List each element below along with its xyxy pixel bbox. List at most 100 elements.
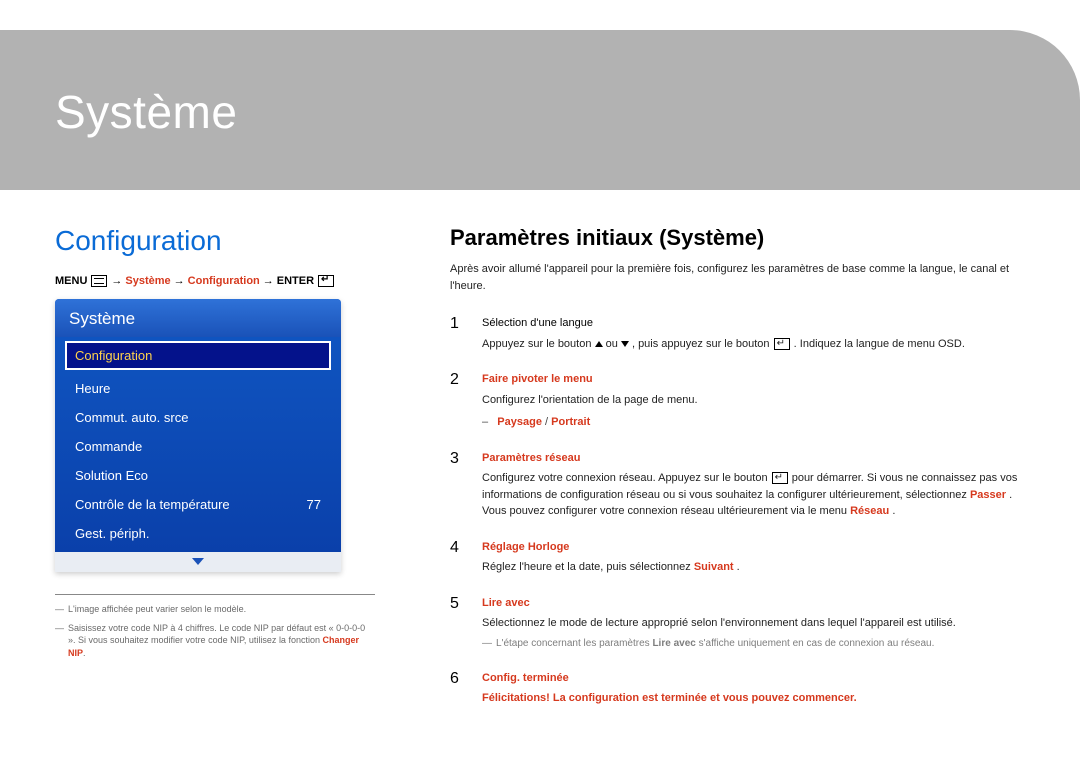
step-4: 4 Réglage Horloge Réglez l'heure et la d… <box>450 532 1035 588</box>
footnote-text: Saisissez votre code NIP à 4 chiffres. L… <box>68 622 375 660</box>
highlight-passer: Passer <box>970 489 1006 501</box>
dash-icon: – <box>482 416 488 428</box>
highlight-lire-avec: Lire avec <box>652 638 695 649</box>
step-title: Faire pivoter le menu <box>482 371 1035 388</box>
steps-list: 1 Sélection d'une langue Appuyez sur le … <box>450 308 1035 719</box>
osd-menu-scroll-down[interactable] <box>55 552 341 572</box>
footnote-text: L'image affichée peut varier selon le mo… <box>68 603 246 616</box>
step-text-highlight: Félicitations! La configuration est term… <box>482 690 1035 707</box>
step-text: Sélectionnez le mode de lecture appropri… <box>482 615 1035 632</box>
breadcrumb-system: Système <box>125 275 170 287</box>
osd-item-commande[interactable]: Commande <box>65 432 331 461</box>
option-paysage: Paysage <box>497 416 542 428</box>
osd-menu-mock: Système Configuration Heure Commut. auto… <box>55 299 341 572</box>
step-body: Réglage Horloge Réglez l'heure et la dat… <box>482 539 1035 576</box>
step-text: Configurez l'orientation de la page de m… <box>482 392 1035 409</box>
step-body: Sélection d'une langue Appuyez sur le bo… <box>482 315 1035 352</box>
step-subnote: ― L'étape concernant les paramètres Lire… <box>482 636 1035 651</box>
text: s'affiche uniquement en cas de connexion… <box>696 638 935 649</box>
osd-menu-items: Configuration Heure Commut. auto. srce C… <box>55 341 341 552</box>
step-number: 2 <box>450 371 464 431</box>
text: Appuyez sur le bouton <box>482 338 595 350</box>
breadcrumb-menu-label: MENU <box>55 275 87 287</box>
step-title: Sélection d'une langue <box>482 315 1035 332</box>
left-column: Configuration MENU → Système → Configura… <box>55 225 395 665</box>
osd-item-label: Configuration <box>75 348 152 363</box>
breadcrumb-config: Configuration <box>188 275 260 287</box>
dash-icon: ― <box>482 636 492 651</box>
osd-item-label: Gest. périph. <box>75 526 149 541</box>
osd-item-gest-periph[interactable]: Gest. périph. <box>65 519 331 548</box>
osd-item-label: Contrôle de la température <box>75 497 230 512</box>
right-column: Paramètres initiaux (Système) Après avoi… <box>450 225 1035 719</box>
step-3: 3 Paramètres réseau Configurez votre con… <box>450 443 1035 532</box>
osd-item-commut-auto-srce[interactable]: Commut. auto. srce <box>65 403 331 432</box>
footnote: ― L'image affichée peut varier selon le … <box>55 603 375 616</box>
footnote-body: Saisissez votre code NIP à 4 chiffres. L… <box>68 623 365 646</box>
step-text: Appuyez sur le bouton ou , puis appuyez … <box>482 336 1035 353</box>
text: L'étape concernant les paramètres <box>496 638 652 649</box>
enter-icon <box>774 338 790 350</box>
step-number: 3 <box>450 450 464 520</box>
breadcrumb-arrow: → <box>174 275 185 287</box>
step-body: Faire pivoter le menu Configurez l'orien… <box>482 371 1035 431</box>
osd-item-temperature[interactable]: Contrôle de la température 77 <box>65 490 331 519</box>
text: , puis appuyez sur le bouton <box>632 338 773 350</box>
step-text: Configurez votre connexion réseau. Appuy… <box>482 470 1035 520</box>
highlight-reseau: Réseau <box>850 505 889 517</box>
text: . Indiquez la langue de menu OSD. <box>794 338 965 350</box>
osd-item-solution-eco[interactable]: Solution Eco <box>65 461 331 490</box>
section-title: Configuration <box>55 225 395 257</box>
osd-item-value: 77 <box>307 497 321 512</box>
step-title: Lire avec <box>482 595 1035 612</box>
down-arrow-icon <box>621 341 629 347</box>
step-sub: – Paysage / Portrait <box>482 414 1035 431</box>
up-arrow-icon <box>595 341 603 347</box>
highlight-suivant: Suivant <box>694 561 734 573</box>
osd-menu-title: Système <box>55 299 341 337</box>
text: ou <box>606 338 621 350</box>
dash-icon: ― <box>55 622 64 660</box>
menu-icon <box>91 275 107 287</box>
osd-item-label: Commande <box>75 439 142 454</box>
step-body: Lire avec Sélectionnez le mode de lectur… <box>482 595 1035 651</box>
step-body: Paramètres réseau Configurez votre conne… <box>482 450 1035 520</box>
text: . <box>737 561 740 573</box>
chapter-title: Système <box>55 85 237 139</box>
step-text: Réglez l'heure et la date, puis sélectio… <box>482 559 1035 576</box>
step-6: 6 Config. terminée Félicitations! La con… <box>450 663 1035 719</box>
step-number: 4 <box>450 539 464 576</box>
enter-icon <box>318 275 334 287</box>
dash-icon: ― <box>55 603 64 616</box>
right-heading: Paramètres initiaux (Système) <box>450 225 1035 251</box>
osd-item-heure[interactable]: Heure <box>65 374 331 403</box>
subnote-text: L'étape concernant les paramètres Lire a… <box>496 636 934 651</box>
footnotes: ― L'image affichée peut varier selon le … <box>55 594 375 659</box>
text: Configurez votre connexion réseau. Appuy… <box>482 472 771 484</box>
osd-item-label: Commut. auto. srce <box>75 410 188 425</box>
breadcrumb-arrow: → <box>111 275 122 287</box>
page: Système Configuration MENU → Système → C… <box>0 0 1080 763</box>
step-body: Config. terminée Félicitations! La confi… <box>482 670 1035 707</box>
breadcrumb-arrow: → <box>263 275 274 287</box>
step-number: 1 <box>450 315 464 352</box>
osd-item-label: Solution Eco <box>75 468 148 483</box>
osd-item-configuration[interactable]: Configuration <box>65 341 331 370</box>
step-2: 2 Faire pivoter le menu Configurez l'ori… <box>450 364 1035 443</box>
text: . <box>892 505 895 517</box>
step-number: 6 <box>450 670 464 707</box>
footnote-tail: . <box>83 648 86 658</box>
text: Réglez l'heure et la date, puis sélectio… <box>482 561 694 573</box>
step-number: 5 <box>450 595 464 651</box>
step-title: Paramètres réseau <box>482 450 1035 467</box>
option-portrait: Portrait <box>551 416 590 428</box>
footnote: ― Saisissez votre code NIP à 4 chiffres.… <box>55 622 375 660</box>
step-title: Config. terminée <box>482 670 1035 687</box>
intro-text: Après avoir allumé l'appareil pour la pr… <box>450 261 1035 294</box>
step-5: 5 Lire avec Sélectionnez le mode de lect… <box>450 588 1035 663</box>
step-title: Réglage Horloge <box>482 539 1035 556</box>
osd-item-label: Heure <box>75 381 110 396</box>
breadcrumb: MENU → Système → Configuration → ENTER <box>55 275 395 287</box>
step-1: 1 Sélection d'une langue Appuyez sur le … <box>450 308 1035 364</box>
enter-icon <box>772 472 788 484</box>
